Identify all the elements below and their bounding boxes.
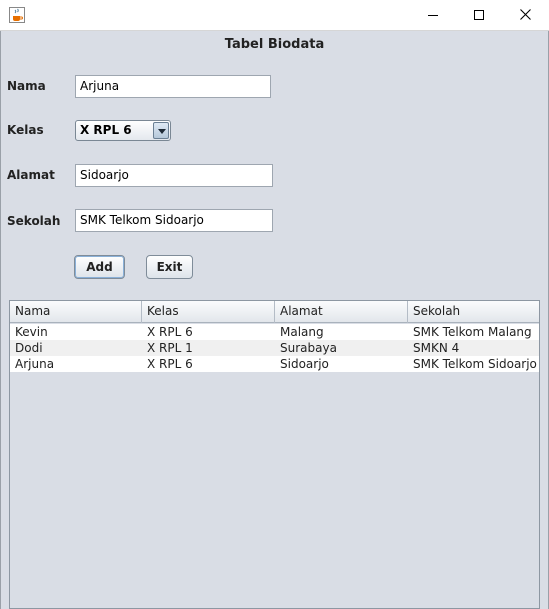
table-cell: X RPL 6 — [147, 357, 193, 371]
sekolah-label: Sekolah — [7, 214, 61, 228]
table-cell: X RPL 1 — [147, 341, 193, 355]
sekolah-field[interactable]: SMK Telkom Sidoarjo — [75, 209, 273, 232]
form-title: Tabel Biodata — [224, 37, 325, 52]
column-header-alamat[interactable]: Alamat — [275, 301, 408, 323]
table-cell: SMK Telkom Sidoarjo — [413, 357, 537, 371]
title-bar — [0, 0, 549, 31]
table-cell: Malang — [280, 325, 324, 339]
java-coffee-cup-icon — [9, 7, 25, 23]
table-row[interactable]: Dodi X RPL 1 Surabaya SMKN 4 — [10, 340, 539, 356]
alamat-label: Alamat — [7, 168, 55, 182]
table-cell: Sidoarjo — [280, 357, 329, 371]
biodata-table[interactable]: Nama Kelas Alamat Sekolah Kevin X RPL 6 … — [9, 300, 540, 609]
chevron-down-icon[interactable] — [153, 122, 169, 139]
kelas-combobox[interactable]: X RPL 6 — [75, 120, 171, 141]
table-cell: SMK Telkom Malang — [413, 325, 532, 339]
column-header-nama[interactable]: Nama — [10, 301, 142, 323]
exit-button[interactable]: Exit — [146, 255, 193, 279]
kelas-selected-value: X RPL 6 — [80, 123, 132, 137]
nama-label: Nama — [7, 79, 46, 93]
alamat-field[interactable]: Sidoarjo — [75, 164, 273, 187]
table-cell: Kevin — [15, 325, 48, 339]
column-header-kelas[interactable]: Kelas — [142, 301, 275, 323]
add-button[interactable]: Add — [74, 255, 125, 279]
table-row[interactable]: Kevin X RPL 6 Malang SMK Telkom Malang — [10, 324, 539, 340]
table-header: Nama Kelas Alamat Sekolah — [10, 301, 539, 323]
table-cell: X RPL 6 — [147, 325, 193, 339]
maximize-icon — [474, 9, 484, 23]
table-cell: Arjuna — [15, 357, 55, 371]
close-button[interactable] — [502, 0, 548, 31]
table-row[interactable]: Arjuna X RPL 6 Sidoarjo SMK Telkom Sidoa… — [10, 356, 539, 372]
minimize-button[interactable] — [410, 0, 456, 31]
nama-field[interactable]: Arjuna — [75, 75, 271, 98]
table-cell: Dodi — [15, 341, 43, 355]
minimize-icon — [428, 9, 438, 23]
maximize-button[interactable] — [456, 0, 502, 31]
table-cell: SMKN 4 — [413, 341, 460, 355]
close-icon — [519, 8, 531, 23]
column-header-sekolah[interactable]: Sekolah — [408, 301, 539, 323]
kelas-label: Kelas — [7, 123, 44, 137]
table-cell: Surabaya — [280, 341, 337, 355]
